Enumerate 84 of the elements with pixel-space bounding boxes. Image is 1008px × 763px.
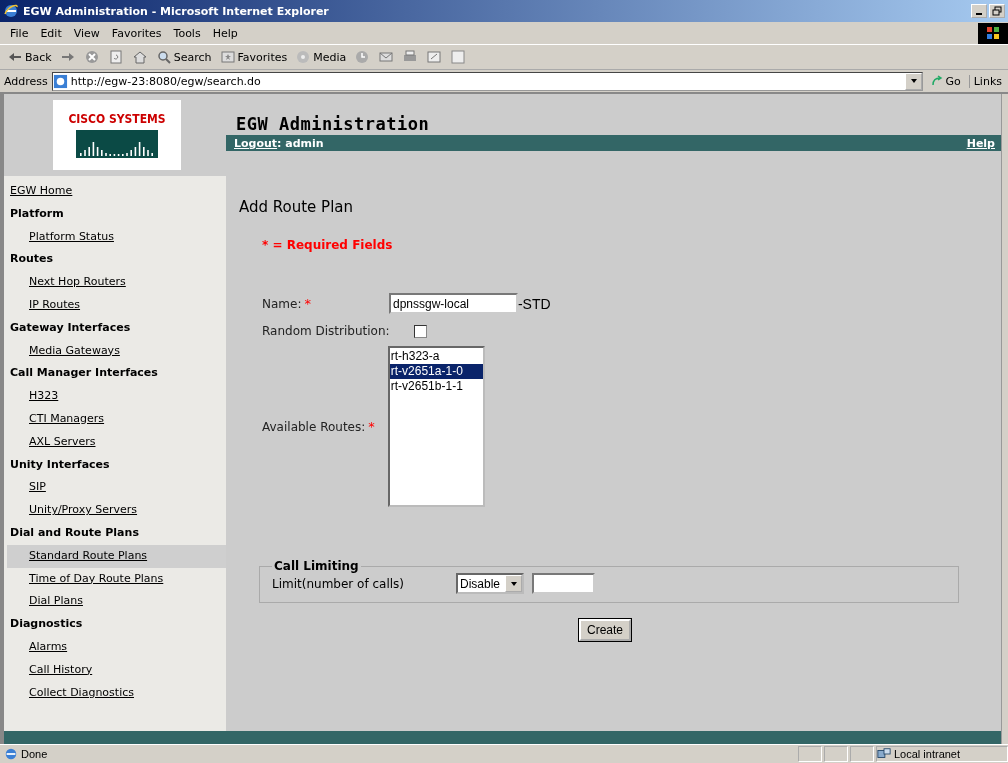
home-icon: [131, 49, 148, 65]
nav-link[interactable]: SIP: [4, 476, 226, 500]
address-field[interactable]: http://egw-23:8080/egw/search.do: [51, 71, 924, 91]
logout-link[interactable]: Logout: [234, 136, 278, 150]
menu-item[interactable]: Favorites: [105, 24, 168, 42]
random-distribution-label: Random Distribution:: [262, 324, 391, 338]
nav-link[interactable]: Collect Diagnostics: [4, 681, 226, 705]
go-button[interactable]: Go: [927, 74, 965, 88]
page-icon: [450, 49, 467, 65]
name-field[interactable]: dpnssgw-local: [388, 293, 518, 314]
required-note: * = Required Fields: [262, 238, 394, 252]
limit-label: Limit(number of calls): [272, 576, 405, 591]
nav-link[interactable]: Dial Plans: [4, 590, 226, 614]
stop-icon: [83, 49, 100, 65]
nav-link[interactable]: Time of Day Route Plans: [4, 567, 226, 591]
nav-link[interactable]: AXL Servers: [4, 430, 226, 454]
media-button[interactable]: Media: [292, 47, 350, 67]
nav-heading: Routes: [9, 251, 55, 268]
search-icon: [155, 49, 172, 65]
menu-item[interactable]: Tools: [167, 24, 207, 42]
nav-heading: Unity Interfaces: [9, 456, 111, 473]
list-option[interactable]: rt-h323-a: [389, 349, 483, 364]
list-option[interactable]: rt-v2651b-1-1: [389, 379, 483, 394]
favorites-button[interactable]: Favorites: [216, 47, 291, 67]
routes-listbox[interactable]: rt-h323-a rt-v2651a-1-0 rt-v2651b-1-1: [387, 346, 485, 507]
disc-icon: [295, 49, 312, 65]
nav-heading: Diagnostics: [9, 616, 84, 633]
limit-dropdown[interactable]: Disable: [456, 573, 524, 594]
create-button[interactable]: Create: [579, 619, 632, 641]
go-arrow-icon: [931, 75, 944, 87]
nav-heading: Gateway Interfaces: [9, 319, 132, 336]
nav-link[interactable]: Call History: [4, 658, 226, 682]
nav-link[interactable]: IP Routes: [4, 294, 226, 317]
restore-button[interactable]: [989, 4, 1005, 18]
limit-field[interactable]: [532, 573, 595, 594]
nav-link[interactable]: EGW Home: [4, 180, 226, 203]
page-title: EGW Administration: [235, 114, 431, 134]
nav-link[interactable]: Alarms: [4, 635, 226, 659]
nav-link[interactable]: Next Hop Routers: [4, 271, 226, 294]
form-title: Add Route Plan: [239, 198, 355, 216]
help-link[interactable]: Help: [966, 136, 995, 150]
required-mark: *: [304, 296, 311, 311]
available-routes-label: Available Routes:: [262, 419, 366, 434]
logo-text: CISCO SYSTEMS: [68, 112, 166, 126]
name-suffix: -STD: [517, 295, 551, 312]
nav-link[interactable]: CTI Managers: [4, 407, 226, 431]
bar-pattern-icon: [76, 130, 158, 158]
windows-logo-icon: [978, 22, 1008, 44]
nav-link[interactable]: H323: [4, 385, 226, 408]
nav-link[interactable]: Standard Route Plans: [7, 544, 226, 568]
menu-item[interactable]: Help: [206, 24, 244, 42]
page-icon: [52, 73, 68, 89]
search-button[interactable]: Search: [152, 47, 215, 67]
status-text: Done: [21, 748, 48, 760]
minimize-icon: [976, 13, 982, 15]
scrollbar[interactable]: [1001, 94, 1008, 744]
nav-heading: Platform: [9, 205, 65, 222]
links-button[interactable]: Links: [968, 74, 1006, 88]
zone-text: Local intranet: [894, 748, 961, 760]
clock-icon: [354, 49, 371, 65]
nav-link[interactable]: Platform Status: [4, 225, 226, 249]
nav-heading: Call Manager Interfaces: [9, 365, 159, 382]
checkbox[interactable]: [414, 324, 427, 338]
nav-heading: Dial and Route Plans: [9, 524, 140, 541]
nav-link[interactable]: Media Gateways: [4, 339, 226, 363]
menu-item[interactable]: Edit: [34, 24, 68, 42]
name-label: Name:: [262, 296, 302, 311]
required-mark: *: [368, 419, 375, 434]
address-label: Address: [4, 74, 48, 88]
edit-icon: [426, 49, 443, 65]
window-title: EGW Administration - Microsoft Internet Explorer: [23, 4, 330, 18]
menu-item[interactable]: View: [67, 24, 106, 42]
restore-icon: [992, 6, 1002, 16]
envelope-icon: [378, 49, 395, 65]
nav-link[interactable]: Unity/Proxy Servers: [4, 499, 226, 522]
menu-item[interactable]: File: [4, 24, 35, 42]
minimize-button[interactable]: [971, 4, 987, 18]
refresh-icon: [107, 49, 124, 65]
back-button[interactable]: Back: [4, 47, 55, 67]
list-option[interactable]: rt-v2651a-1-0: [389, 364, 483, 379]
user-name: : admin: [277, 136, 324, 150]
network-icon: [877, 747, 891, 761]
browser-icon: [3, 3, 19, 19]
group-legend: Call Limiting: [272, 559, 361, 573]
